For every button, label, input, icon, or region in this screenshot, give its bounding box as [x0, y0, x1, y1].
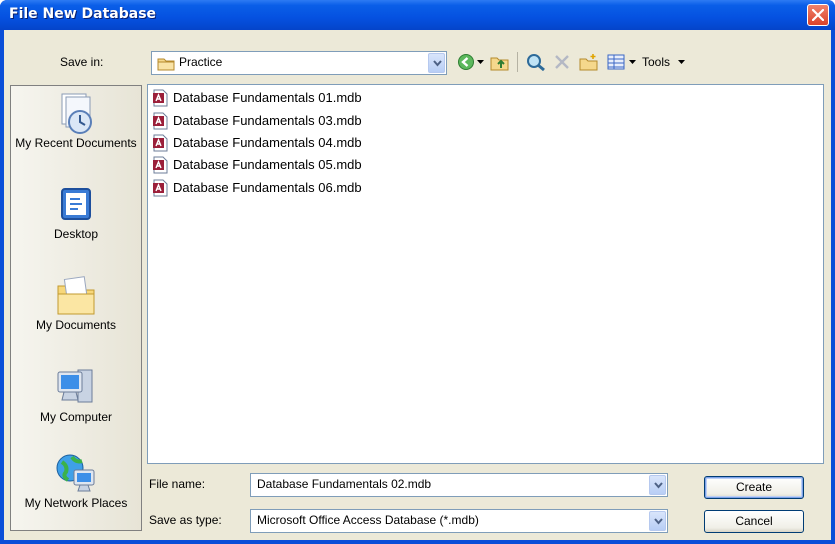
place-my-recent-documents[interactable]: My Recent Documents: [11, 92, 141, 151]
recent-documents-icon: [61, 93, 92, 134]
create-button[interactable]: Create: [704, 476, 804, 499]
desktop-icon: [61, 188, 91, 220]
folder-icon: [157, 58, 175, 71]
places-bar: My Recent Documents Desktop My Documents…: [10, 85, 142, 531]
tools-dropdown-icon[interactable]: [678, 60, 685, 65]
access-database-icon: [153, 134, 168, 152]
tools-label: Tools: [642, 55, 671, 69]
place-label: My Recent Documents: [15, 136, 137, 150]
chevron-down-icon: [654, 518, 663, 525]
dialog-body: Save in: Practice Tools My Recent Docume…: [4, 30, 831, 540]
place-my-documents[interactable]: My Documents: [11, 272, 141, 333]
delete-icon[interactable]: [553, 53, 571, 71]
file-name-label: File name:: [149, 477, 206, 491]
toolbar-separator: [517, 52, 518, 72]
place-label: My Network Places: [24, 496, 128, 510]
place-label: My Documents: [35, 318, 117, 332]
place-label: My Computer: [39, 410, 113, 424]
save-in-value: Practice: [179, 55, 223, 69]
access-database-icon: [153, 156, 168, 174]
cancel-label: Cancel: [735, 514, 773, 528]
cancel-button[interactable]: Cancel: [704, 510, 804, 533]
file-name-value: Database Fundamentals 02.mdb: [257, 477, 432, 491]
file-name: Database Fundamentals 03.mdb: [173, 113, 362, 128]
place-label: Desktop: [53, 227, 99, 241]
network-places-icon: [56, 454, 95, 492]
create-label: Create: [735, 480, 773, 494]
save-as-type-dropdown[interactable]: Microsoft Office Access Database (*.mdb): [250, 509, 668, 533]
save-as-type-dropdown-button[interactable]: [649, 511, 666, 531]
chevron-down-icon: [433, 60, 442, 67]
tools-menu[interactable]: Tools: [642, 55, 670, 69]
access-database-icon: [153, 179, 168, 197]
new-folder-icon[interactable]: [579, 53, 599, 71]
file-name-input[interactable]: Database Fundamentals 02.mdb: [250, 473, 668, 497]
save-in-dropdown[interactable]: Practice: [151, 51, 447, 75]
place-desktop[interactable]: Desktop: [11, 185, 141, 242]
save-as-type-label: Save as type:: [149, 513, 222, 527]
place-my-computer[interactable]: My Computer: [11, 364, 141, 425]
back-icon[interactable]: [457, 53, 475, 71]
save-as-type-value: Microsoft Office Access Database (*.mdb): [257, 513, 479, 527]
views-icon[interactable]: [607, 53, 625, 71]
my-documents-icon: [57, 276, 95, 315]
file-name: Database Fundamentals 06.mdb: [173, 180, 362, 195]
place-my-network-places[interactable]: My Network Places: [11, 452, 141, 511]
back-dropdown-icon[interactable]: [477, 60, 484, 65]
chevron-down-icon: [654, 482, 663, 489]
close-icon: [812, 9, 824, 21]
file-name: Database Fundamentals 04.mdb: [173, 135, 362, 150]
views-dropdown-icon[interactable]: [629, 60, 636, 65]
save-in-label: Save in:: [60, 55, 104, 69]
file-new-database-dialog: File New Database Save in: Practice Tool…: [0, 0, 835, 544]
my-computer-icon: [57, 369, 93, 403]
up-one-level-icon[interactable]: [490, 53, 510, 71]
file-name: Database Fundamentals 01.mdb: [173, 90, 362, 105]
search-web-icon[interactable]: [526, 53, 546, 71]
title-bar[interactable]: File New Database: [0, 0, 835, 30]
file-list[interactable]: Database Fundamentals 01.mdb Database Fu…: [147, 84, 824, 464]
file-name: Database Fundamentals 05.mdb: [173, 157, 362, 172]
save-in-dropdown-button[interactable]: [428, 53, 445, 73]
access-database-icon: [153, 89, 168, 107]
close-button[interactable]: [807, 4, 829, 26]
file-name-dropdown-button[interactable]: [649, 475, 666, 495]
access-database-icon: [153, 112, 168, 130]
window-title: File New Database: [9, 6, 157, 22]
